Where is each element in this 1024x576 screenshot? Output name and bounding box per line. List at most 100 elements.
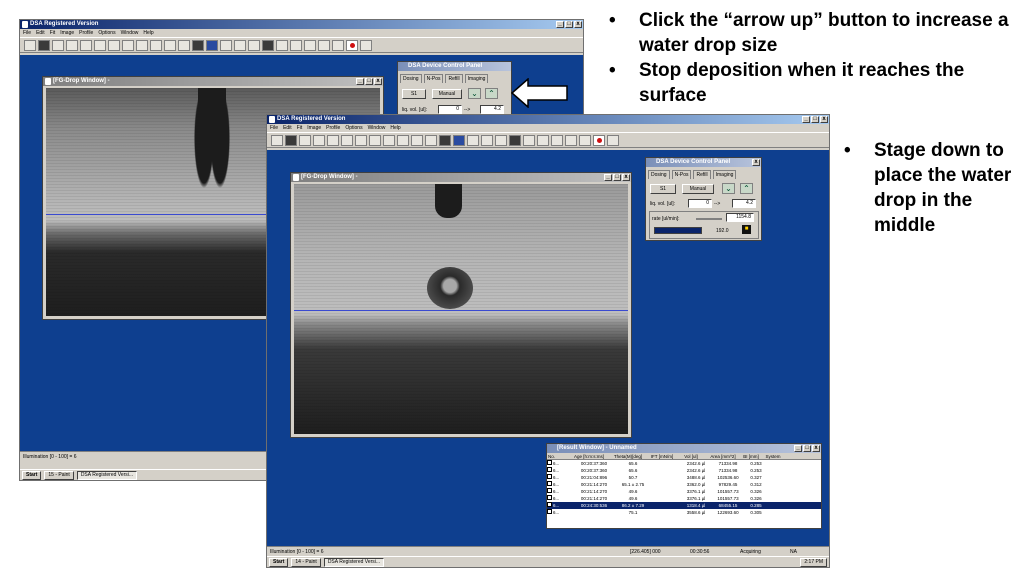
record-icon[interactable] xyxy=(439,134,451,146)
minimize-button[interactable]: _ xyxy=(604,174,612,181)
close-button[interactable]: x xyxy=(574,21,582,28)
tab-dosing[interactable]: Dosing xyxy=(400,74,422,83)
menu-profile[interactable]: Profile xyxy=(326,124,340,132)
stop-icon[interactable]: ■ xyxy=(742,225,751,234)
taskbar-dsa[interactable]: DSA Registered Versi... xyxy=(76,470,138,480)
layout-icon[interactable] xyxy=(304,39,316,51)
info-icon[interactable] xyxy=(467,134,479,146)
arrow-up-button[interactable]: ⌃ xyxy=(740,183,753,194)
menu-edit[interactable]: Edit xyxy=(36,29,45,37)
baseline-icon[interactable] xyxy=(355,134,367,146)
camera-icon[interactable] xyxy=(38,39,50,51)
play-icon[interactable] xyxy=(318,39,330,51)
menu-file[interactable]: File xyxy=(270,124,278,132)
grid-icon[interactable] xyxy=(66,39,78,51)
menu-options[interactable]: Options xyxy=(98,29,115,37)
video-icon[interactable] xyxy=(248,39,260,51)
pause-icon[interactable] xyxy=(523,134,535,146)
minimize-button[interactable]: _ xyxy=(802,116,810,123)
stop-icon[interactable] xyxy=(579,134,591,146)
start-button[interactable]: Start xyxy=(269,557,289,567)
maximize-button[interactable]: □ xyxy=(803,445,811,452)
taskbar-paint[interactable]: 14 - Paint xyxy=(291,557,321,567)
settings-icon[interactable] xyxy=(150,39,162,51)
maximize-button[interactable]: □ xyxy=(613,174,621,181)
zoom-icon[interactable] xyxy=(425,134,437,146)
camera-live-icon[interactable] xyxy=(262,39,274,51)
menu-options[interactable]: Options xyxy=(345,124,362,132)
syringe-select[interactable]: S1 xyxy=(650,184,676,194)
menu-profile[interactable]: Profile xyxy=(79,29,93,37)
camera-live-icon[interactable] xyxy=(509,134,521,146)
col-area[interactable]: Area [mm^2] xyxy=(705,453,741,459)
col-age[interactable]: Age [h:m:s:ms] xyxy=(569,453,609,459)
stop-icon[interactable] xyxy=(332,39,344,51)
table-row[interactable]: 6... 00:20:37:360 65.6 2342.6 µl 71334.98 0.2… xyxy=(547,460,821,467)
save-icon[interactable] xyxy=(52,39,64,51)
table-row[interactable]: 6... 00:21:04:896 50.7 3488.6 µl 102536.60 0.… xyxy=(547,474,821,481)
ift-icon[interactable] xyxy=(136,39,148,51)
grid-view-icon[interactable] xyxy=(411,134,423,146)
table-row[interactable]: 6... 00:21:14:270 49.6 3376.1 µl 101557.73 0.… xyxy=(547,488,821,495)
menu-window[interactable]: Window xyxy=(121,29,139,37)
arrow-down-button[interactable]: ⌄ xyxy=(722,183,735,194)
ift-icon[interactable] xyxy=(383,134,395,146)
measure-icon[interactable] xyxy=(80,39,92,51)
settings-icon[interactable] xyxy=(397,134,409,146)
maximize-button[interactable]: □ xyxy=(565,21,573,28)
rate-slider[interactable] xyxy=(696,218,722,220)
col-vol[interactable]: Vol [ul] xyxy=(677,453,705,459)
menu-fit[interactable]: Fit xyxy=(50,29,56,37)
save-icon[interactable] xyxy=(299,134,311,146)
layout-icon[interactable] xyxy=(551,134,563,146)
table-row[interactable]: 6... 75.1 3558.6 µl 122693.60 0.305 xyxy=(547,509,821,516)
minimize-button[interactable]: _ xyxy=(794,445,802,452)
export-icon[interactable] xyxy=(360,39,372,51)
close-button[interactable]: x xyxy=(752,159,760,166)
table-row[interactable]: 6... 00:21:14:270 49.6 3376.1 µl 101557.73 0.… xyxy=(547,495,821,502)
play-icon[interactable] xyxy=(565,134,577,146)
tab-dosing[interactable]: Dosing xyxy=(648,170,670,179)
grid-view-icon[interactable] xyxy=(164,39,176,51)
taskbar-paint[interactable]: 15 - Paint xyxy=(44,470,74,480)
open-icon[interactable] xyxy=(271,134,283,146)
circle-fit-icon[interactable] xyxy=(369,134,381,146)
table-row[interactable]: 6... 00:20:37:360 65.6 2342.6 µl 71334.98 0.2… xyxy=(547,467,821,474)
profile-icon[interactable] xyxy=(341,134,353,146)
edit-icon[interactable] xyxy=(234,39,246,51)
table-row[interactable]: 6... 00:21:14:270 65.1 ± 2.75 3362.0 µl 9782… xyxy=(547,481,821,488)
tab-n-pos[interactable]: N-Pos xyxy=(423,74,444,83)
measure-icon[interactable] xyxy=(327,134,339,146)
mode-select[interactable]: Manual xyxy=(682,184,714,194)
record-dot-icon[interactable] xyxy=(346,39,358,51)
pause-icon[interactable] xyxy=(276,39,288,51)
maximize-button[interactable]: □ xyxy=(811,116,819,123)
video-icon[interactable] xyxy=(495,134,507,146)
tab-imaging[interactable]: Imaging xyxy=(464,74,489,83)
close-button[interactable]: x xyxy=(374,78,382,85)
close-button[interactable]: x xyxy=(812,445,820,452)
maximize-button[interactable]: □ xyxy=(365,78,373,85)
grid-icon[interactable] xyxy=(313,134,325,146)
liquid-volume-target[interactable]: 4.2 xyxy=(732,199,756,208)
circle-fit-icon[interactable] xyxy=(122,39,134,51)
tab-n-pos[interactable]: N-Pos xyxy=(671,170,692,179)
syringe-select[interactable]: S1 xyxy=(402,89,426,99)
info-icon[interactable] xyxy=(220,39,232,51)
table-icon[interactable] xyxy=(537,134,549,146)
close-button[interactable]: x xyxy=(820,116,828,123)
profile-icon[interactable] xyxy=(94,39,106,51)
col-bi[interactable]: BI [mm] xyxy=(741,453,761,459)
menu-fit[interactable]: Fit xyxy=(297,124,303,132)
menu-file[interactable]: File xyxy=(23,29,31,37)
col-system[interactable]: System xyxy=(761,453,785,459)
record-dot-icon[interactable] xyxy=(593,134,605,146)
menu-help[interactable]: Help xyxy=(143,29,153,37)
mode-select[interactable]: Manual xyxy=(432,89,462,99)
menu-image[interactable]: Image xyxy=(60,29,74,37)
col-ift[interactable]: IFT [mN/m] xyxy=(647,453,677,459)
menu-edit[interactable]: Edit xyxy=(283,124,292,132)
menu-image[interactable]: Image xyxy=(307,124,321,132)
liquid-volume-target[interactable]: 4.2 xyxy=(480,105,504,114)
table-icon[interactable] xyxy=(290,39,302,51)
